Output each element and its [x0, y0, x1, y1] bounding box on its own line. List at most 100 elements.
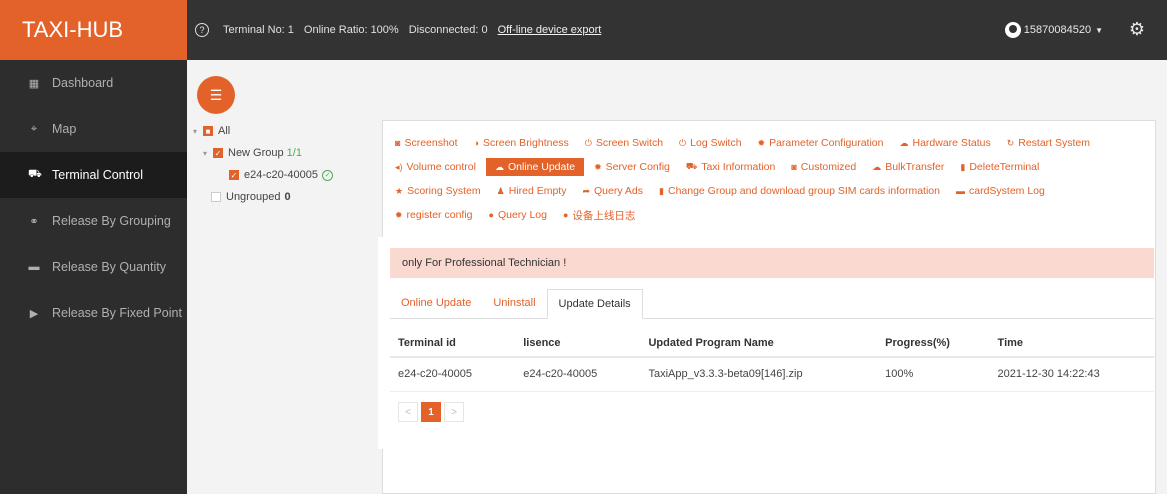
checkbox-all[interactable]: ■ [203, 126, 213, 136]
gear-icon[interactable]: ⚙ [1129, 19, 1145, 40]
taxi-information-button[interactable]: ⛟ Taxi Information [686, 161, 775, 173]
map-icon: ⌖ [30, 122, 38, 135]
power-icon: ⏻ [584, 137, 592, 148]
sidebar-item-label: Dashboard [52, 76, 114, 90]
tab-online-update[interactable]: Online Update [390, 289, 482, 318]
online-update-button[interactable]: ☁ Online Update [485, 158, 585, 176]
button-label: Volume control [406, 161, 476, 173]
update-details-table: Terminal id lisence Updated Program Name… [390, 329, 1154, 392]
refresh-icon: ↻ [1006, 137, 1015, 148]
button-label: Restart System [1018, 137, 1091, 149]
volume-icon: ◂) [395, 161, 403, 172]
screen-brightness-button[interactable]: ◑ Screen Brightness [474, 137, 569, 149]
list-icon: ☰ [209, 86, 223, 103]
camera-icon: ◙ [395, 138, 401, 148]
checkbox-ungrouped[interactable] [211, 192, 221, 202]
bulk-transfer-button[interactable]: ☁ BulkTransfer [872, 161, 944, 173]
hardware-status-button[interactable]: ☁ Hardware Status [900, 137, 991, 149]
register-config-button[interactable]: ✹ register config [395, 209, 473, 221]
column-progress: Progress(%) [877, 329, 990, 358]
restart-system-button[interactable]: ↻ Restart System [1007, 137, 1090, 149]
button-label: Log Switch [690, 137, 742, 149]
screenshot-button[interactable]: ◙ Screenshot [395, 137, 458, 149]
card-system-log-button[interactable]: ▬ cardSystem Log [956, 185, 1045, 197]
button-label: 设备上线日志 [572, 209, 636, 222]
page-1-button[interactable]: 1 [421, 402, 441, 422]
button-label: Scoring System [407, 185, 481, 197]
tab-update-details[interactable]: Update Details [546, 289, 643, 319]
change-group-button[interactable]: ▮ Change Group and download group SIM car… [659, 185, 940, 197]
car-icon: ⛟ [28, 168, 42, 180]
table-header-row: Terminal id lisence Updated Program Name… [390, 329, 1154, 358]
button-label: Taxi Information [701, 161, 776, 173]
camera-icon: ◙ [791, 162, 797, 172]
button-label: DeleteTerminal [969, 161, 1040, 173]
sidebar-item-release-by-grouping[interactable]: ⚭ Release By Grouping [0, 198, 187, 244]
scoring-system-button[interactable]: ★ Scoring System [395, 185, 481, 197]
sidebar-item-release-by-fixed-point[interactable]: ▶ Release By Fixed Point [0, 290, 187, 336]
checkbox-terminal[interactable]: ✓ [229, 170, 239, 180]
hired-empty-button[interactable]: ♟ Hired Empty [497, 185, 567, 197]
button-label: cardSystem Log [968, 185, 1045, 197]
sidebar-item-map[interactable]: ⌖ Map [0, 106, 187, 152]
trash-icon: ▮ [659, 185, 664, 196]
button-label: Query Ads [594, 185, 644, 197]
help-icon[interactable]: ? [195, 23, 209, 37]
column-license: lisence [515, 329, 641, 358]
tree-node-terminal[interactable]: ✓ e24-c20-40005 ✓ [193, 164, 334, 186]
button-label: Query Log [497, 209, 547, 221]
sidebar-item-label: Terminal Control [52, 168, 144, 182]
delete-terminal-button[interactable]: ▮ DeleteTerminal [960, 161, 1039, 173]
sidebar-item-label: Release By Quantity [52, 260, 166, 274]
cell-program-name: TaxiApp_v3.3.3-beta09[146].zip [640, 357, 878, 392]
online-check-icon: ✓ [322, 169, 334, 181]
cloud-icon: ☁ [899, 137, 909, 148]
sidebar-item-dashboard[interactable]: ▦ Dashboard [0, 60, 187, 106]
command-toolbar: ◙ Screenshot ◑ Screen Brightness ⏻ Screen S… [395, 131, 1145, 227]
group-count: 1/1 [286, 147, 302, 159]
button-label: BulkTransfer [885, 161, 945, 173]
pin-icon: ● [488, 210, 494, 220]
button-label: Parameter Configuration [769, 137, 884, 149]
button-label: register config [406, 209, 473, 221]
button-label: Hardware Status [912, 137, 991, 149]
button-label: Customized [800, 161, 857, 173]
pagination: < 1 > [398, 402, 467, 422]
gear-icon: ✹ [757, 137, 766, 148]
tree-node-ungrouped[interactable]: Ungrouped 0 [193, 186, 333, 208]
sidebar-item-release-by-quantity[interactable]: ▬ Release By Quantity [0, 244, 187, 290]
tree-node-group[interactable]: ▾ ✓ New Group 1/1 [193, 142, 333, 164]
sidebar-item-terminal-control[interactable]: ⛟ Terminal Control [0, 152, 187, 198]
column-time: Time [989, 329, 1154, 358]
next-page-button[interactable]: > [444, 402, 464, 422]
volume-control-button[interactable]: ◂) Volume control [395, 161, 476, 173]
warning-notice: only For Professional Technician ! [390, 248, 1154, 278]
query-log-button[interactable]: ● Query Log [489, 209, 547, 221]
device-online-log-button[interactable]: ● 设备上线日志 [563, 208, 635, 223]
log-switch-button[interactable]: ⏻ Log Switch [679, 137, 742, 149]
gear-icon: ✹ [395, 209, 403, 220]
tree-node-all[interactable]: ▾ ■ All [193, 120, 333, 142]
query-ads-button[interactable]: ➦ Query Ads [582, 185, 643, 197]
column-terminal-id: Terminal id [390, 329, 516, 358]
chevron-down-icon: ▼ [1095, 25, 1103, 35]
server-config-button[interactable]: ✹ Server Config [594, 161, 670, 173]
user-menu[interactable]: 15870084520 ▼ [1004, 22, 1103, 38]
expand-icon[interactable]: ▾ [193, 127, 203, 136]
button-label: Screen Brightness [483, 137, 569, 149]
table-row: e24-c20-40005 e24-c20-40005 TaxiApp_v3.3… [390, 357, 1154, 392]
checkbox-group[interactable]: ✓ [213, 148, 223, 158]
group-icon: ⚭ [29, 215, 39, 228]
customized-button[interactable]: ◙ Customized [791, 161, 856, 173]
prev-page-button[interactable]: < [398, 402, 418, 422]
parameter-configuration-button[interactable]: ✹ Parameter Configuration [758, 137, 884, 149]
user-icon: ♟ [496, 185, 505, 196]
tab-uninstall[interactable]: Uninstall [482, 289, 546, 318]
quantity-icon: ▬ [28, 261, 40, 273]
expand-icon[interactable]: ▾ [203, 149, 213, 158]
pin-icon: ● [562, 210, 569, 220]
list-toggle-button[interactable]: ☰ [197, 76, 235, 114]
offline-export-link[interactable]: Off-line device export [498, 24, 602, 36]
ungrouped-count: 0 [284, 191, 291, 203]
screen-switch-button[interactable]: ⏻ Screen Switch [585, 137, 663, 149]
